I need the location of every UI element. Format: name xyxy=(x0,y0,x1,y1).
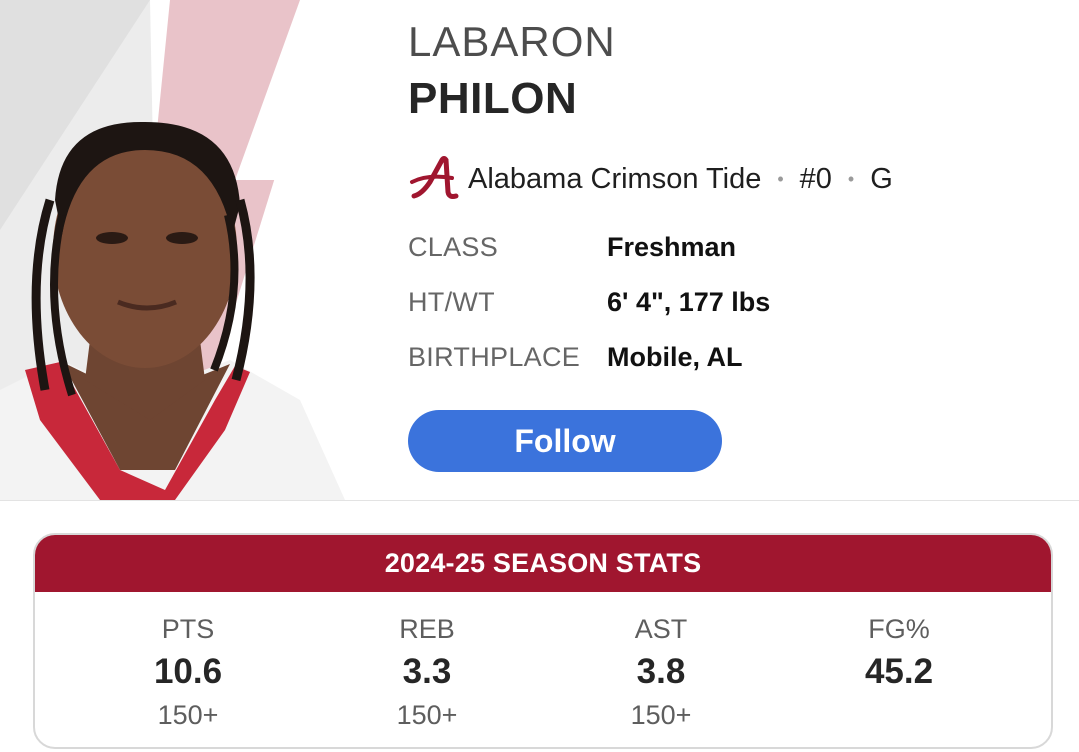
stat-value: 3.3 xyxy=(402,652,452,691)
bio-row-ht-wt: HT/WT 6' 4", 177 lbs xyxy=(408,287,1048,342)
bio-value: Freshman xyxy=(607,232,737,262)
player-last-name: PHILON xyxy=(408,74,578,123)
stat-label: REB xyxy=(399,614,455,644)
team-name[interactable]: Alabama Crimson Tide xyxy=(468,163,761,196)
team-row[interactable]: Alabama Crimson Tide • #0 • G xyxy=(408,152,893,206)
stat-label: FG% xyxy=(868,614,930,644)
bio-row-class: CLASS Freshman xyxy=(408,232,1048,287)
player-header: LABARON PHILON Alabama Crimson Tide • #0… xyxy=(0,0,1079,500)
season-stats-title: 2024-25 SEASON STATS xyxy=(35,535,1051,592)
stat-label: AST xyxy=(634,614,688,644)
bio-label: HT/WT xyxy=(408,287,495,317)
stat-rank: 150+ xyxy=(157,700,219,730)
player-photo-illustration xyxy=(0,0,395,500)
bio-value: Mobile, AL xyxy=(607,342,743,372)
bio-label: BIRTHPLACE xyxy=(408,342,581,372)
player-info: LABARON PHILON Alabama Crimson Tide • #0… xyxy=(408,0,1068,500)
separator-dot: • xyxy=(777,168,784,189)
divider xyxy=(0,500,1079,501)
stat-value: 3.8 xyxy=(636,652,686,691)
player-headshot xyxy=(0,0,395,500)
stat-rank: 150+ xyxy=(630,700,692,730)
stat-value: 45.2 xyxy=(864,652,934,691)
stats-grid: PTS 10.6 150+ REB 3.3 150+ AST 3.8 150+ … xyxy=(35,592,1051,747)
bio-row-birthplace: BIRTHPLACE Mobile, AL xyxy=(408,342,1048,397)
bio-label: CLASS xyxy=(408,232,499,262)
stat-label: PTS xyxy=(161,614,215,644)
separator-dot: • xyxy=(847,168,855,189)
stat-value: 10.6 xyxy=(153,652,223,691)
alabama-script-a-logo-icon xyxy=(410,156,459,199)
season-stats-card: 2024-25 SEASON STATS PTS 10.6 150+ REB 3… xyxy=(33,533,1053,749)
jersey-number: #0 xyxy=(799,162,832,195)
player-first-name: LABARON xyxy=(408,18,616,65)
bio-table: CLASS Freshman HT/WT 6' 4", 177 lbs BIRT… xyxy=(408,232,1048,397)
bio-value: 6' 4", 177 lbs xyxy=(607,287,771,317)
follow-button[interactable]: Follow xyxy=(408,410,722,472)
stat-rank: 150+ xyxy=(396,700,458,730)
player-position: G xyxy=(870,162,893,195)
